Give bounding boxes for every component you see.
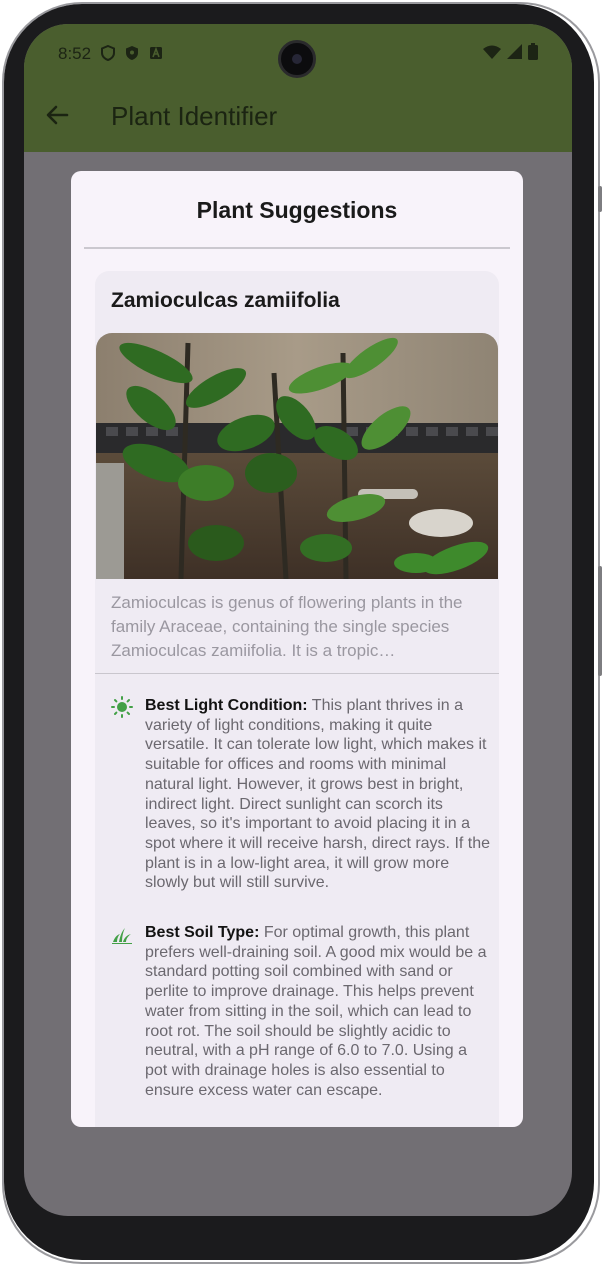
section-divider [95, 673, 499, 674]
dialog-title: Plant Suggestions [196, 197, 398, 223]
back-button[interactable] [42, 100, 72, 130]
signal-icon [507, 44, 522, 64]
plant-photo [96, 333, 498, 579]
plant-suggestions-dialog: Plant Suggestions Zamioculcas zamiifolia [71, 171, 523, 1127]
light-condition-section: Best Light Condition: This plant thrives… [111, 696, 491, 893]
soil-type-text: For optimal growth, this plant prefers w… [145, 924, 487, 1099]
app-bar: 8:52 Plant Identifier [24, 24, 572, 152]
phone-side-button [598, 186, 602, 212]
sun-icon [111, 696, 133, 718]
shield-icon [101, 44, 116, 64]
plant-description: Zamioculcas is genus of flowering plants… [111, 593, 463, 660]
screen: 8:52 Plant Identifier Plant Suggestions … [24, 24, 572, 1216]
arrow-left-icon [46, 105, 69, 125]
status-time: 8:52 [58, 44, 92, 63]
battery-icon [528, 43, 538, 65]
front-camera [278, 40, 316, 78]
soil-type-section: Best Soil Type: For optimal growth, this… [111, 923, 491, 1100]
phone-volume-button [598, 566, 602, 676]
light-condition-text: This plant thrives in a variety of light… [145, 697, 491, 892]
grass-icon [111, 923, 133, 945]
plant-name: Zamioculcas zamiifolia [111, 289, 340, 312]
app-a-icon [149, 46, 163, 63]
soil-type-label: Best Soil Type: [145, 924, 260, 941]
suggestion-card[interactable]: Zamioculcas zamiifolia Zamioculcas is ge… [95, 271, 499, 1127]
dialog-divider [84, 247, 510, 249]
light-condition-label: Best Light Condition: [145, 697, 308, 714]
wifi-icon [483, 44, 501, 64]
shield-filled-icon [125, 45, 139, 64]
app-bar-title: Plant Identifier [111, 101, 278, 131]
